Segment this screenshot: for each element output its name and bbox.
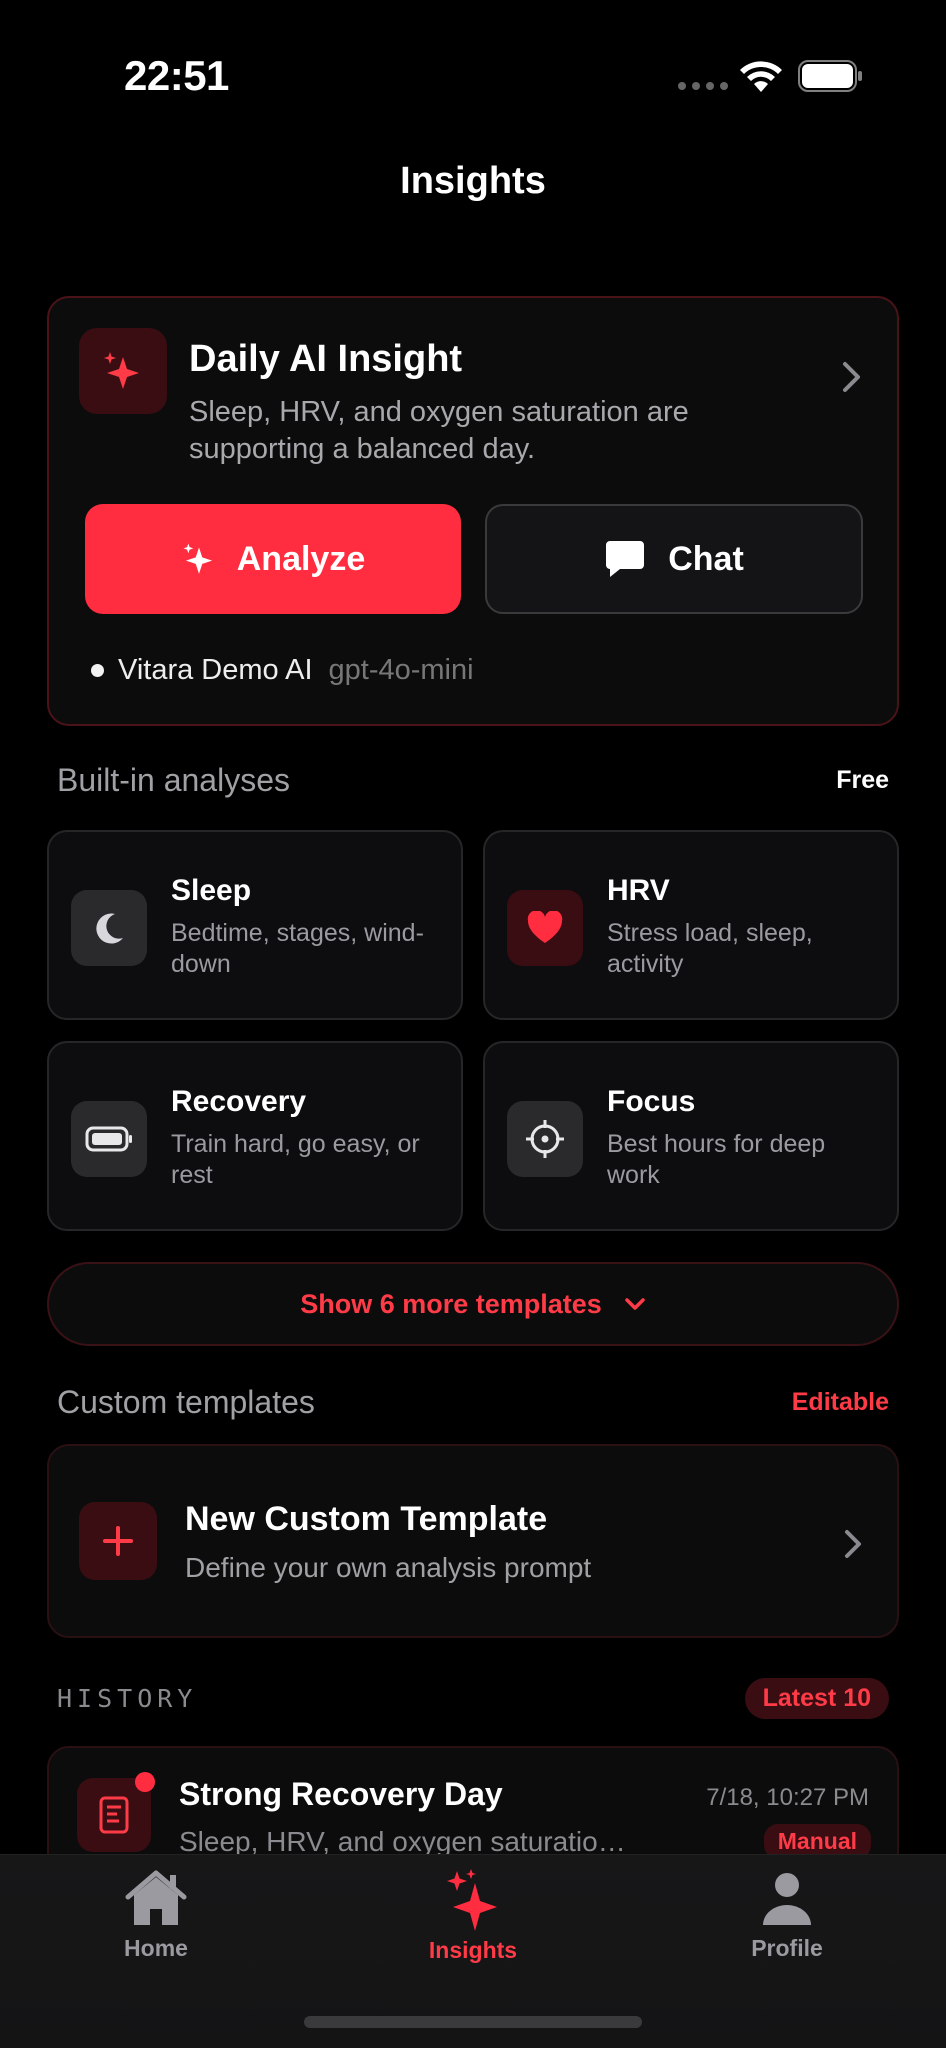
insight-summary: Sleep, HRV, and oxygen saturation are su… [189, 396, 689, 465]
history-item-date: 7/18, 10:27 PM [706, 1784, 869, 1811]
tab-home[interactable]: Home [56, 1869, 256, 1962]
tab-label: Home [124, 1935, 188, 1961]
home-indicator[interactable] [304, 2016, 642, 2028]
tab-insights[interactable]: Insights [373, 1869, 573, 1964]
new-template-subtitle: Define your own analysis prompt [185, 1552, 592, 1583]
tile-sleep[interactable]: Sleep Bedtime, stages, wind-down [47, 830, 463, 1020]
sparkles-icon [183, 543, 212, 574]
show-more-templates-button[interactable]: Show 6 more templates [47, 1262, 899, 1346]
tile-title: Sleep [171, 874, 252, 907]
chat-bubble-icon [606, 541, 645, 577]
chevron-down-icon [625, 1298, 645, 1310]
person-icon [763, 1873, 811, 1925]
insight-title: Daily AI Insight [189, 338, 463, 380]
editable-badge: Editable [791, 1388, 889, 1416]
chevron-right-icon [845, 1530, 861, 1558]
wifi-icon [740, 61, 782, 92]
model-info: Vitara Demo AI gpt-4o-mini [91, 654, 474, 687]
model-id: gpt-4o-mini [328, 654, 474, 686]
new-template-title: New Custom Template [185, 1500, 548, 1538]
custom-section-header: Custom templates Editable [57, 1384, 889, 1421]
unread-dot [135, 1772, 155, 1792]
chat-button[interactable]: Chat [485, 504, 863, 614]
plus-icon [79, 1502, 157, 1580]
custom-section-title: Custom templates [57, 1384, 315, 1420]
sparkles-icon [447, 1869, 497, 1931]
status-bar: 22:51 [0, 0, 946, 150]
new-custom-template-card[interactable]: New Custom Template Define your own anal… [47, 1444, 899, 1638]
tile-subtitle: Best hours for deep work [607, 1130, 826, 1189]
crosshair-icon [507, 1101, 583, 1177]
tile-subtitle: Stress load, sleep, activity [607, 919, 813, 978]
show-more-label: Show 6 more templates [300, 1288, 602, 1319]
model-status-dot [91, 664, 104, 677]
tile-subtitle: Bedtime, stages, wind-down [171, 919, 424, 978]
battery-icon [71, 1101, 147, 1177]
daily-insight-card[interactable]: Daily AI Insight Sleep, HRV, and oxygen … [47, 296, 899, 726]
page-title: Insights [400, 160, 546, 202]
tile-title: Focus [607, 1085, 696, 1118]
model-name: Vitara Demo AI [118, 654, 313, 686]
heart-icon [507, 890, 583, 966]
free-badge: Free [836, 766, 889, 794]
battery-status-icon [798, 60, 862, 92]
latest-badge: Latest 10 [744, 1678, 889, 1719]
tile-focus[interactable]: Focus Best hours for deep work [483, 1041, 899, 1231]
house-icon [125, 1870, 187, 1925]
tile-title: HRV [607, 874, 670, 907]
tab-profile[interactable]: Profile [687, 1869, 887, 1962]
chat-label: Chat [668, 539, 744, 578]
tile-subtitle: Train hard, go easy, or rest [171, 1130, 420, 1189]
history-title: HISTORY [57, 1684, 198, 1713]
sparkles-icon [79, 328, 167, 414]
signal-dots-icon [678, 82, 728, 90]
tile-recovery[interactable]: Recovery Train hard, go easy, or rest [47, 1041, 463, 1231]
builtin-section-header: Built-in analyses Free [57, 762, 889, 799]
builtin-section-title: Built-in analyses [57, 762, 290, 798]
status-time: 22:51 [124, 52, 229, 99]
history-section-header: HISTORY Latest 10 [57, 1678, 889, 1719]
analyze-button[interactable]: Analyze [85, 504, 461, 614]
tab-label: Insights [428, 1937, 518, 1963]
history-item-title: Strong Recovery Day [179, 1776, 503, 1812]
tile-title: Recovery [171, 1085, 307, 1118]
moon-icon [71, 890, 147, 966]
tile-hrv[interactable]: HRV Stress load, sleep, activity [483, 830, 899, 1020]
tab-label: Profile [751, 1935, 823, 1961]
analyze-label: Analyze [236, 539, 366, 578]
chevron-right-icon [843, 362, 860, 392]
